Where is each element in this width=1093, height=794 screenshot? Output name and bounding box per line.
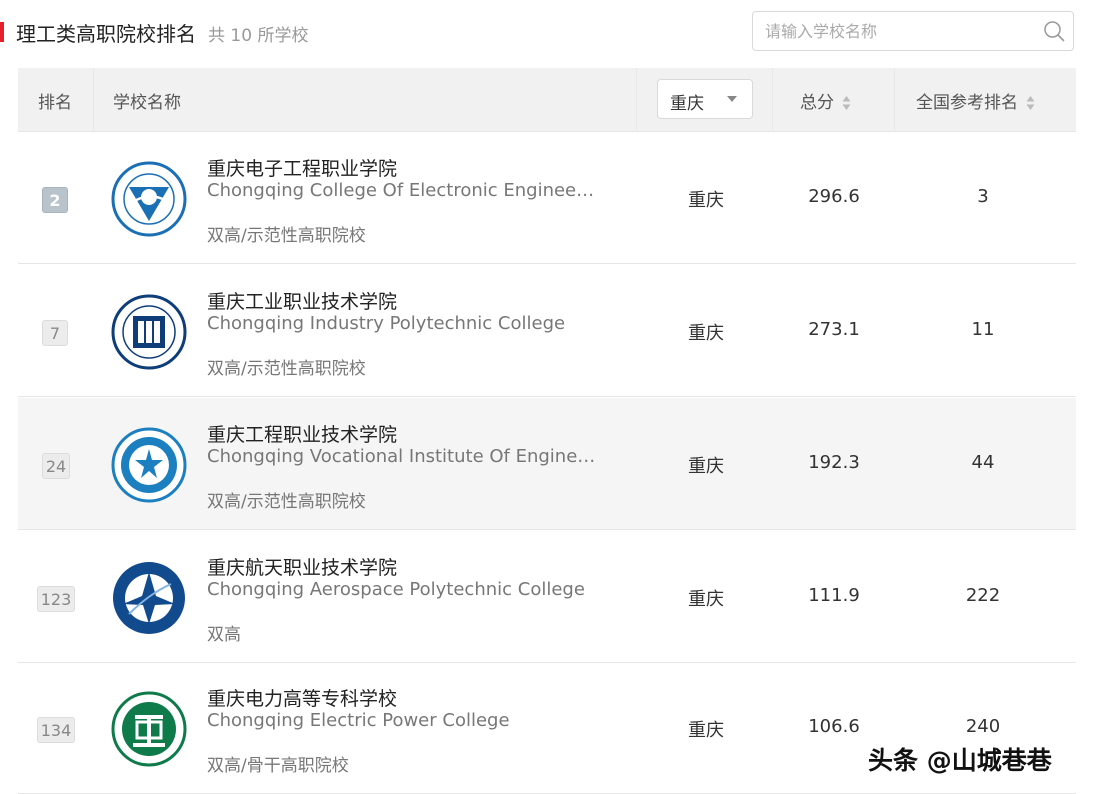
column-header-score-label: 总分 (800, 93, 834, 113)
search-icon[interactable] (1043, 20, 1065, 42)
column-divider (894, 68, 895, 131)
school-city: 重庆 (688, 589, 724, 610)
school-tags: 双高 (207, 625, 241, 645)
school-score: 192.3 (808, 452, 860, 473)
page-header: 理工类高职院校排名 共 10 所学校 (0, 0, 1093, 64)
school-name-cn[interactable]: 重庆电力高等专科学校 (207, 684, 397, 711)
school-city: 重庆 (688, 720, 724, 741)
rank-badge: 134 (37, 717, 75, 743)
school-emblem-icon (111, 294, 187, 370)
column-divider (636, 68, 637, 131)
school-national-rank: 222 (965, 585, 1001, 606)
table-row[interactable]: 123 重庆航天职业技术学院 Chongqing Aerospace Polyt… (18, 531, 1076, 663)
school-tags: 双高/示范性高职院校 (207, 226, 366, 246)
school-name-cn[interactable]: 重庆工业职业技术学院 (207, 287, 397, 314)
column-header-school: 学校名称 (113, 93, 181, 113)
school-score: 106.6 (808, 716, 860, 737)
title-accent-bar (0, 22, 4, 42)
school-name-cn[interactable]: 重庆工程职业技术学院 (207, 420, 397, 447)
column-header-national-rank[interactable]: 全国参考排名 (916, 88, 1035, 113)
school-emblem-icon (111, 691, 187, 767)
search-box[interactable] (752, 11, 1074, 51)
school-tags: 双高/示范性高职院校 (207, 359, 366, 379)
city-filter-select[interactable]: 重庆 (657, 79, 753, 119)
city-filter-value: 重庆 (670, 94, 704, 114)
school-score: 296.6 (808, 186, 860, 207)
rank-badge: 123 (37, 586, 75, 612)
school-emblem-icon (111, 161, 187, 237)
rank-badge: 7 (42, 320, 68, 346)
school-name-en: Chongqing Vocational Institute Of Engine… (207, 446, 599, 467)
school-national-rank: 11 (971, 319, 995, 340)
rank-badge: 24 (42, 453, 70, 479)
rank-badge: 2 (42, 187, 68, 213)
school-city: 重庆 (688, 456, 724, 477)
school-name-en: Chongqing Aerospace Polytechnic College (207, 579, 585, 600)
column-header-national-rank-label: 全国参考排名 (916, 93, 1018, 113)
sort-icon[interactable] (1026, 95, 1035, 111)
page-title: 理工类高职院校排名 (16, 22, 196, 46)
table-header: 排名 学校名称 重庆 总分 全国参考排名 (18, 68, 1076, 132)
school-score: 273.1 (808, 319, 860, 340)
school-count: 共 10 所学校 (208, 26, 309, 46)
school-national-rank: 3 (977, 186, 989, 207)
school-national-rank: 44 (971, 452, 995, 473)
watermark: 头条 @山城巷巷 (868, 746, 1052, 775)
school-city: 重庆 (688, 190, 724, 211)
school-tags: 双高/骨干高职院校 (207, 756, 349, 776)
sort-icon[interactable] (842, 95, 851, 111)
school-name-en: Chongqing College Of Electronic Engineer… (207, 180, 599, 201)
column-divider (93, 68, 94, 131)
table-row[interactable]: 24 重庆工程职业技术学院 Chongqing Vocational Insti… (18, 398, 1076, 530)
school-emblem-icon (111, 427, 187, 503)
school-score: 111.9 (808, 585, 860, 606)
school-city: 重庆 (688, 323, 724, 344)
school-emblem-icon (113, 562, 185, 634)
chevron-down-icon (727, 96, 737, 102)
search-input[interactable] (765, 18, 1033, 44)
school-name-en: Chongqing Industry Polytechnic College (207, 313, 566, 334)
table-row[interactable]: 7 重庆工业职业技术学院 Chongqing Industry Polytech… (18, 265, 1076, 397)
school-national-rank: 240 (965, 716, 1001, 737)
column-divider (772, 68, 773, 131)
column-header-rank: 排名 (38, 93, 72, 113)
school-name-cn[interactable]: 重庆电子工程职业学院 (207, 154, 397, 181)
school-name-cn[interactable]: 重庆航天职业技术学院 (207, 553, 397, 580)
ranking-page: 理工类高职院校排名 共 10 所学校 排名 学校名称 重庆 总分 全国参考排名 (0, 0, 1093, 794)
school-tags: 双高/示范性高职院校 (207, 492, 366, 512)
column-header-score[interactable]: 总分 (800, 88, 851, 113)
school-name-en: Chongqing Electric Power College (207, 710, 510, 731)
table-row[interactable]: 2 重庆电子工程职业学院 Chongqing College Of Electr… (18, 132, 1076, 264)
